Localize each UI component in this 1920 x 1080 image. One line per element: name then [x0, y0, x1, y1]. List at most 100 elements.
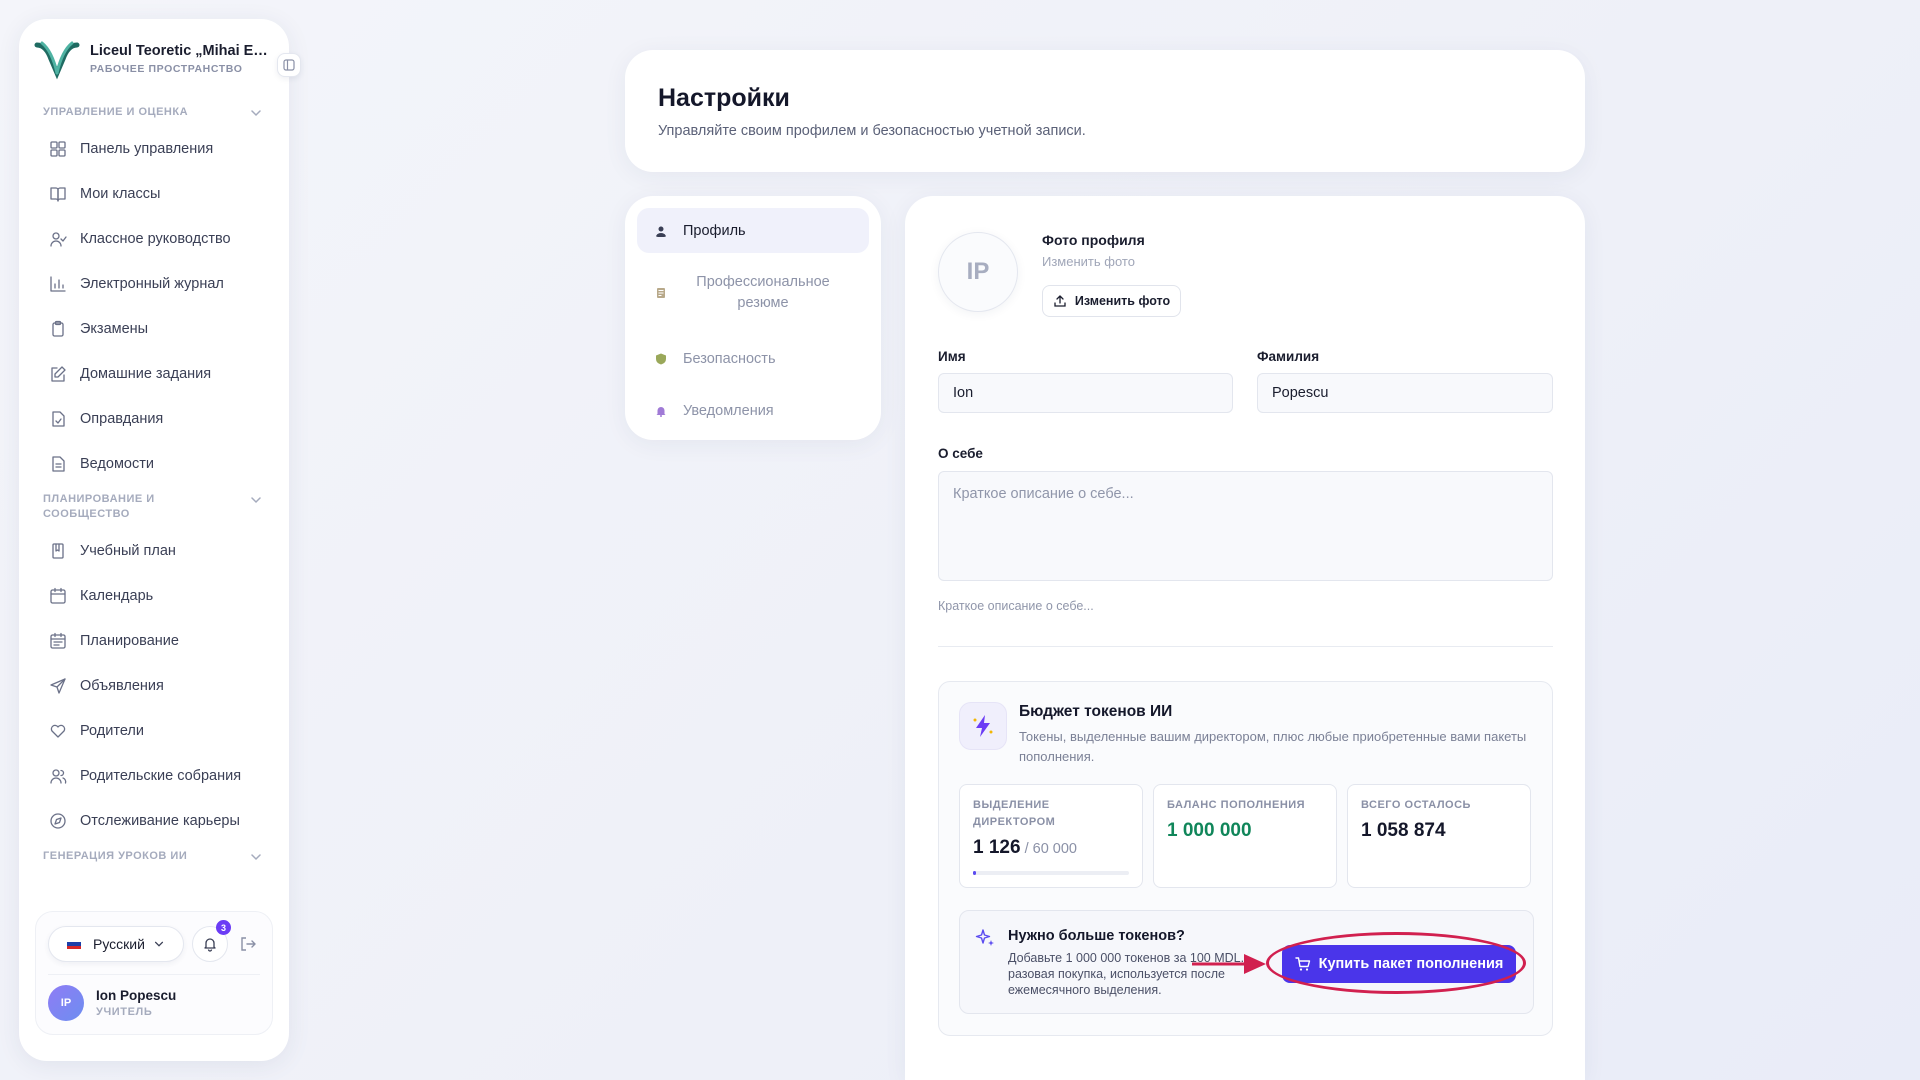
lightning-icon	[959, 702, 1007, 750]
calendar-plan-icon	[50, 632, 66, 649]
sparkles-icon	[975, 929, 994, 946]
sidebar-item-label: Календарь	[80, 587, 154, 604]
file-check-icon	[52, 410, 65, 427]
compass-icon	[50, 812, 66, 829]
nav-section-management: Панель управления Мои классы Классное руко…	[19, 120, 289, 486]
sidebar-item-label: Планирование	[80, 632, 179, 649]
annotation-arrow-icon	[1192, 954, 1266, 974]
notifications-button[interactable]: 3	[192, 920, 231, 962]
tab-resume[interactable]: Профессиональное резюме	[637, 253, 869, 333]
sidebar-item-user-check[interactable]: Классное руководство	[19, 216, 289, 261]
photo-title: Фото профиля	[1042, 232, 1145, 248]
sidebar-item-file-text[interactable]: Ведомости	[19, 441, 289, 486]
workspace-name: Liceul Teoretic „Mihai Eminescu”	[90, 43, 270, 59]
workspace-header: Liceul Teoretic „Mihai Eminescu” РАБОЧЕЕ…	[19, 19, 301, 91]
logout-icon[interactable]	[238, 934, 258, 954]
tab-profile[interactable]: Профиль	[637, 208, 869, 253]
workspace-subtitle: РАБОЧЕЕ ПРОСТРАНСТВО	[90, 63, 243, 75]
tab-notifications[interactable]: Уведомления	[637, 385, 869, 437]
resume-icon	[657, 288, 665, 298]
sidebar-item-label: Классное руководство	[80, 230, 231, 247]
sidebar-item-heart[interactable]: Родители	[19, 708, 289, 753]
section-header-planning[interactable]: ПЛАНИРОВАНИЕ И СООБЩЕСТВО	[19, 492, 289, 522]
section-title: ГЕНЕРАЦИЯ УРОКОВ ИИ	[43, 850, 188, 862]
tab-label: Уведомления	[683, 403, 774, 419]
book-icon	[50, 186, 66, 202]
page-title: Настройки	[658, 84, 790, 112]
upload-icon	[1054, 295, 1066, 307]
allocation-progress-bar	[973, 871, 1129, 875]
sidebar-footer: Русский 3 IP Ion Popescu УЧИТЕЛЬ	[35, 911, 273, 1035]
profile-avatar[interactable]: IP	[938, 232, 1018, 312]
stat-value: 1 058 874	[1361, 820, 1446, 841]
nav-section-planning: Учебный план Календарь Планирование Объявле…	[19, 522, 289, 843]
sidebar-item-calendar[interactable]: Календарь	[19, 573, 289, 618]
divider	[938, 646, 1553, 647]
tab-label: Профиль	[683, 222, 746, 239]
last-name-label: Фамилия	[1257, 349, 1320, 364]
language-selector[interactable]: Русский	[48, 926, 184, 962]
user-check-icon	[50, 231, 67, 247]
sidebar-item-label: Домашние задания	[80, 365, 212, 382]
notification-badge: 3	[216, 920, 231, 935]
sidebar-item-dashboard[interactable]: Панель управления	[19, 126, 289, 171]
school-logo-icon	[34, 41, 80, 80]
sidebar-item-users[interactable]: Родительские собрания	[19, 753, 289, 798]
avatar: IP	[48, 985, 84, 1021]
sidebar-item-label: Объявления	[80, 677, 164, 694]
last-name-field[interactable]	[1257, 373, 1553, 413]
first-name-field[interactable]	[938, 373, 1233, 413]
settings-tabs: Профиль Профессиональное резюме Безопасн…	[625, 196, 881, 440]
section-title: ПЛАНИРОВАНИЕ И СООБЩЕСТВО	[43, 493, 155, 520]
flag-icon	[67, 939, 81, 949]
sidebar-toggle-icon	[283, 59, 295, 71]
bar-chart-icon	[50, 275, 66, 292]
ai-token-budget: Бюджет токенов ИИ Токены, выделенные ваш…	[938, 681, 1553, 1036]
sidebar: Liceul Teoretic „Mihai Eminescu” РАБОЧЕЕ…	[19, 19, 301, 1061]
sidebar-item-label: Учебный план	[80, 542, 176, 559]
section-title: УПРАВЛЕНИЕ И ОЦЕНКА	[43, 106, 189, 118]
notebook-icon	[52, 542, 64, 559]
user-profile[interactable]: IP Ion Popescu УЧИТЕЛЬ	[48, 985, 176, 1021]
about-field[interactable]	[938, 471, 1553, 581]
sidebar-item-edit[interactable]: Домашние задания	[19, 351, 289, 396]
change-photo-button[interactable]: Изменить фото	[1042, 285, 1181, 317]
tab-label: Безопасность	[683, 351, 776, 367]
chevron-down-icon	[154, 941, 164, 947]
stat-value: 1 000 000	[1167, 820, 1252, 841]
sidebar-item-label: Отслеживание карьеры	[80, 812, 240, 829]
promo-title: Нужно больше токенов?	[1008, 928, 1185, 944]
sidebar-item-label: Родительские собрания	[80, 767, 242, 784]
page-subtitle: Управляйте своим профилем и безопасность…	[658, 123, 1086, 139]
sidebar-item-clipboard[interactable]: Экзамены	[19, 306, 289, 351]
stat-label: БАЛАНС ПОПОЛНЕНИЯ	[1167, 799, 1306, 811]
bell-icon	[656, 407, 666, 417]
collapse-sidebar-button[interactable]	[277, 53, 301, 77]
sidebar-item-bar-chart[interactable]: Электронный журнал	[19, 261, 289, 306]
file-text-icon	[52, 455, 65, 472]
highlight-ring	[1266, 932, 1526, 994]
language-label: Русский	[93, 936, 145, 952]
token-budget-description: Токены, выделенные вашим директором, плю…	[1019, 729, 1527, 764]
section-header-ai-lessons[interactable]: ГЕНЕРАЦИЯ УРОКОВ ИИ	[19, 849, 289, 864]
sidebar-item-label: Электронный журнал	[80, 275, 224, 292]
calendar-icon	[50, 587, 66, 604]
bell-icon	[204, 938, 216, 952]
sidebar-item-label: Оправдания	[80, 410, 164, 427]
sidebar-item-calendar-plan[interactable]: Планирование	[19, 618, 289, 663]
profile-icon	[656, 226, 666, 237]
tab-security[interactable]: Безопасность	[637, 333, 869, 385]
page-header: Настройки Управляйте своим профилем и бе…	[625, 50, 1585, 172]
button-label: Изменить фото	[1074, 294, 1171, 308]
about-label: О себе	[938, 446, 983, 461]
sidebar-item-compass[interactable]: Отслеживание карьеры	[19, 798, 289, 843]
stat-director-allocation: ВЫДЕЛЕНИЕ ДИРЕКТОРОМ 1 126 / 60 000	[959, 784, 1143, 888]
sidebar-item-notebook[interactable]: Учебный план	[19, 528, 289, 573]
chevron-down-icon	[251, 110, 261, 117]
sidebar-item-file-check[interactable]: Оправдания	[19, 396, 289, 441]
chevron-down-icon	[251, 854, 261, 861]
section-header-management[interactable]: УПРАВЛЕНИЕ И ОЦЕНКА	[19, 105, 289, 120]
sidebar-item-book[interactable]: Мои классы	[19, 171, 289, 216]
send-icon	[50, 677, 66, 694]
sidebar-item-send[interactable]: Объявления	[19, 663, 289, 708]
